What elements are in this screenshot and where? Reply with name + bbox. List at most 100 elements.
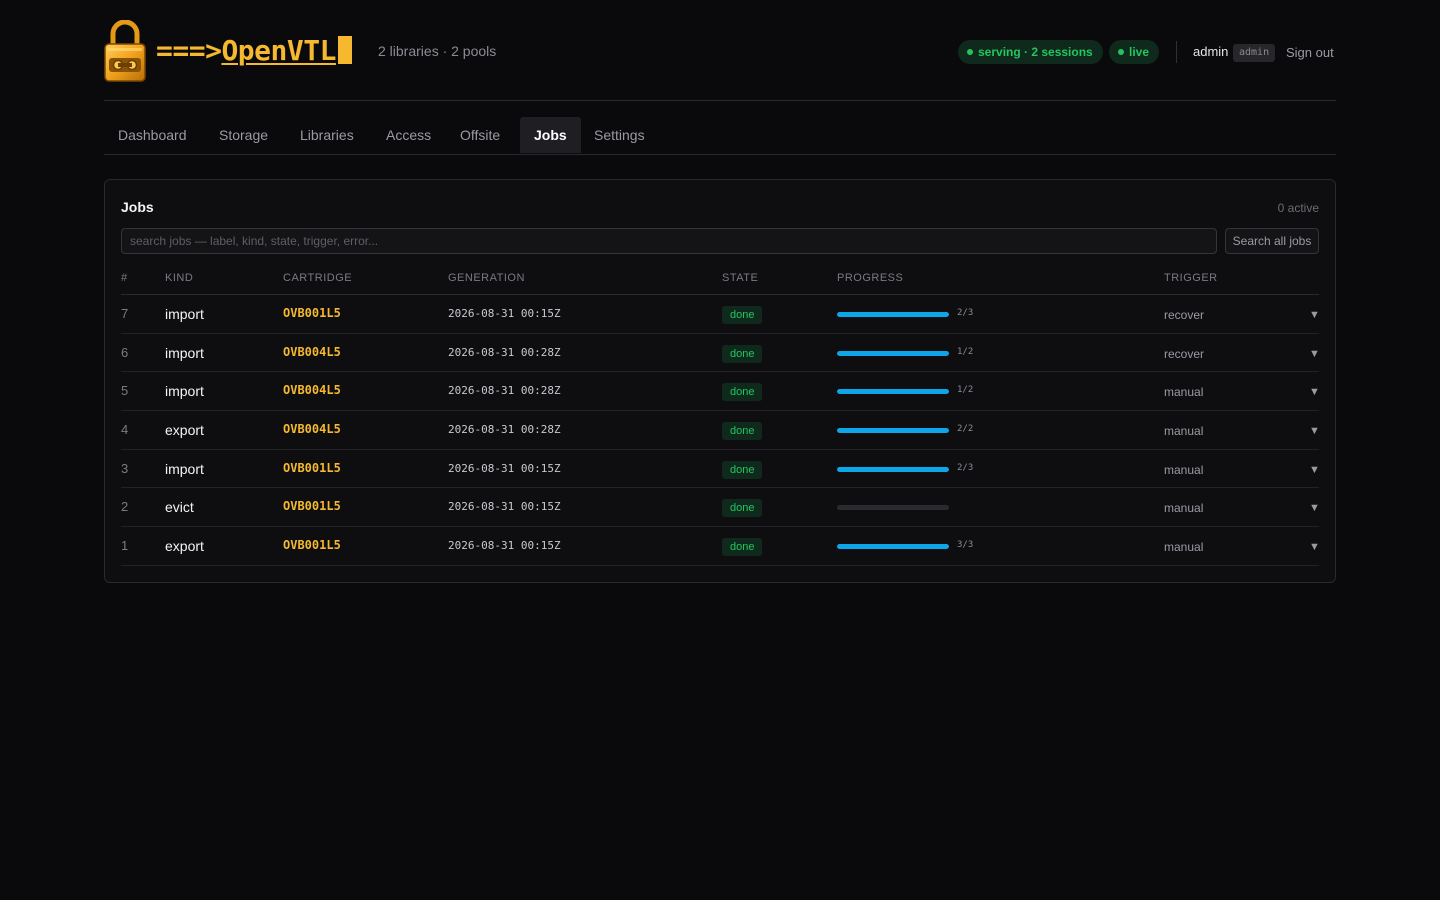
progress-label: 1/2 (957, 346, 974, 357)
brand-name: OpenVTL (221, 34, 336, 67)
progress-label: 1/2 (957, 385, 974, 396)
table-row[interactable]: 2 evict OVB001L5 2026-08-31 00:15Z done manua… (121, 488, 1320, 528)
expand-caret-icon[interactable]: ▼ (1309, 488, 1320, 526)
progress-bar (837, 350, 949, 356)
progress-bar-fill (837, 544, 949, 550)
search-all-jobs-button[interactable]: Search all jobs (1225, 228, 1319, 254)
jobs-panel: Jobs 0 active Search all jobs # KIND CAR… (104, 179, 1336, 583)
cartridge-link[interactable]: OVB004L5 (283, 411, 341, 449)
tab-dashboard[interactable]: Dashboard (104, 117, 201, 153)
job-number: 1 (121, 538, 129, 554)
serving-status-label: serving · 2 sessions (978, 45, 1093, 59)
job-number: 6 (121, 344, 129, 360)
progress-bar-fill (837, 350, 949, 356)
generation-timestamp: 2026-08-31 00:15Z (448, 307, 561, 320)
cartridge-link[interactable]: OVB001L5 (283, 488, 341, 526)
table-row[interactable]: 1 export OVB001L5 2026-08-31 00:15Z done 3/3 m… (121, 527, 1320, 566)
job-kind: import (165, 460, 204, 477)
expand-caret-icon[interactable]: ▼ (1309, 411, 1320, 449)
tab-settings[interactable]: Settings (580, 117, 659, 153)
cartridge-link[interactable]: OVB001L5 (283, 295, 341, 333)
padlock-logo-icon[interactable] (104, 20, 146, 82)
table-row[interactable]: 5 import OVB004L5 2026-08-31 00:28Z done 1/2 m… (121, 372, 1320, 412)
state-badge: done (722, 306, 763, 324)
generation-timestamp: 2026-08-31 00:28Z (448, 384, 561, 398)
column-header-kind[interactable]: KIND (165, 272, 193, 284)
panel-title: Jobs (121, 199, 154, 215)
progress-bar-fill (837, 466, 949, 472)
table-row[interactable]: 3 import OVB001L5 2026-08-31 00:15Z done 2/3 m… (121, 450, 1320, 489)
username: admin (1193, 44, 1229, 59)
app-root: ===>OpenVTL 2 libraries · 2 pools servin… (104, 0, 1336, 583)
cartridge-link[interactable]: OVB001L5 (283, 450, 341, 488)
job-kind: export (165, 538, 204, 555)
job-trigger: manual (1164, 385, 1204, 400)
state-badge: done (722, 538, 763, 557)
column-header-number: # (121, 272, 128, 284)
column-header-generation[interactable]: GENERATION (448, 272, 525, 284)
progress-label: 2/3 (957, 308, 974, 318)
expand-caret-icon[interactable]: ▼ (1309, 450, 1320, 488)
brand-cursor (337, 36, 352, 64)
job-trigger: recover (1164, 346, 1205, 361)
progress-bar-fill (837, 312, 949, 317)
jobs-table-body: 7 import OVB001L5 2026-08-31 00:15Z done 2/3 r… (121, 295, 1320, 566)
header: ===>OpenVTL 2 libraries · 2 pools servin… (104, 0, 1336, 101)
job-kind: evict (165, 499, 194, 516)
tab-access[interactable]: Access (372, 117, 445, 153)
live-status-label: live (1129, 45, 1150, 59)
role-badge: admin (1233, 44, 1276, 62)
job-number: 3 (121, 460, 129, 476)
main-tabs: Dashboard Storage Libraries Access Offsi… (104, 117, 1336, 155)
progress-bar (837, 312, 949, 317)
status-dot-icon (1118, 49, 1124, 55)
status-dot-icon (967, 49, 973, 55)
state-badge: done (722, 344, 763, 363)
job-number: 2 (121, 499, 129, 515)
generation-timestamp: 2026-08-31 00:15Z (448, 539, 561, 553)
column-header-trigger[interactable]: TRIGGER (1164, 272, 1218, 284)
generation-timestamp: 2026-08-31 00:28Z (448, 423, 561, 437)
job-kind: import (165, 344, 204, 361)
live-status-badge: live (1109, 40, 1160, 64)
table-row[interactable]: 4 export OVB004L5 2026-08-31 00:28Z done 2/2 m… (121, 411, 1320, 450)
expand-caret-icon[interactable]: ▼ (1309, 527, 1320, 565)
serving-status-badge: serving · 2 sessions (958, 40, 1103, 64)
generation-timestamp: 2026-08-31 00:15Z (448, 461, 561, 475)
cartridge-link[interactable]: OVB004L5 (283, 334, 341, 372)
brand-title[interactable]: ===>OpenVTL (156, 34, 352, 68)
generation-timestamp: 2026-08-31 00:28Z (448, 345, 561, 359)
job-trigger: manual (1164, 540, 1204, 555)
tab-storage[interactable]: Storage (205, 117, 282, 153)
table-row[interactable]: 6 import OVB004L5 2026-08-31 00:28Z done 1/2 r… (121, 334, 1320, 373)
sign-out-link[interactable]: Sign out (1286, 45, 1334, 60)
table-header: # KIND CARTRIDGE GENERATION STATE PROGRE… (121, 265, 1319, 295)
active-job-count: 0 active (1277, 201, 1319, 215)
progress-label: 3/3 (957, 540, 974, 551)
column-header-state[interactable]: STATE (722, 272, 758, 284)
column-header-progress: PROGRESS (837, 272, 904, 284)
cartridge-link[interactable]: OVB001L5 (283, 527, 341, 565)
header-divider (1176, 41, 1177, 63)
job-number: 7 (121, 306, 129, 321)
expand-caret-icon[interactable]: ▼ (1309, 295, 1320, 333)
progress-bar (837, 428, 949, 434)
progress-bar-fill (837, 428, 949, 434)
expand-caret-icon[interactable]: ▼ (1309, 372, 1320, 410)
job-trigger: manual (1164, 424, 1204, 439)
generation-timestamp: 2026-08-31 00:15Z (448, 500, 561, 514)
job-trigger: manual (1164, 501, 1204, 516)
job-search-input[interactable] (121, 228, 1217, 254)
cartridge-link[interactable]: OVB004L5 (283, 372, 341, 410)
state-badge: done (722, 383, 763, 402)
tab-libraries[interactable]: Libraries (286, 117, 368, 153)
table-row[interactable]: 7 import OVB001L5 2026-08-31 00:15Z done 2/3 r… (121, 295, 1320, 334)
job-kind: import (165, 306, 204, 322)
state-badge: done (722, 460, 763, 479)
column-header-cartridge[interactable]: CARTRIDGE (283, 272, 352, 284)
expand-caret-icon[interactable]: ▼ (1309, 334, 1320, 372)
progress-bar-fill (837, 389, 949, 395)
tab-offsite[interactable]: Offsite (446, 117, 514, 153)
job-number: 5 (121, 383, 129, 399)
tab-jobs[interactable]: Jobs (520, 117, 581, 153)
